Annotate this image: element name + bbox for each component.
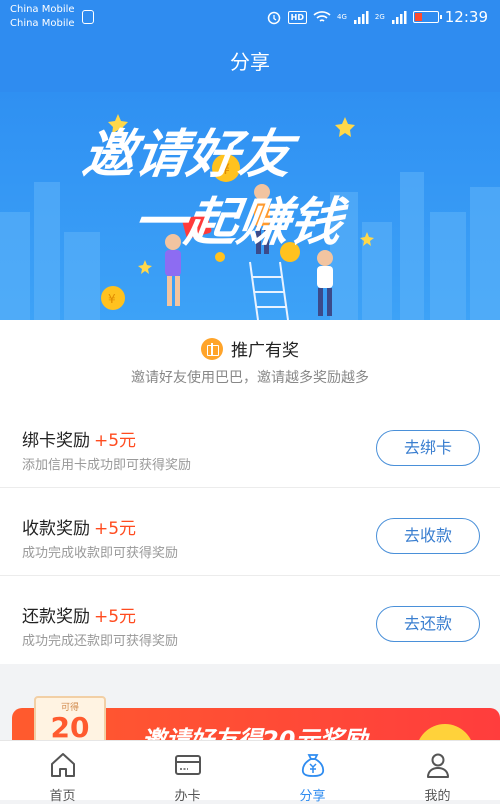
- reward-description: 添加信用卡成功即可获得奖励: [22, 458, 192, 473]
- page-title: 分享: [230, 50, 270, 74]
- tab-home[interactable]: 首页: [0, 741, 125, 804]
- repay-button[interactable]: 去还款: [376, 606, 480, 642]
- reward-title: 还款奖励 +5元: [22, 607, 137, 627]
- status-bar: China Mobile China Mobile HD 4G 2G 12:39: [0, 0, 500, 36]
- signal-icon-2: [391, 11, 407, 24]
- signal-icon-1: [353, 11, 369, 24]
- money-bag-icon: [301, 754, 324, 777]
- reward-item-collect: 收款奖励 +5元 成功完成收款即可获得奖励 去收款: [0, 488, 500, 576]
- battery-icon: [412, 11, 442, 23]
- clock: 12:39: [444, 8, 488, 26]
- gift-icon: [201, 337, 223, 360]
- alarm-icon: [267, 11, 280, 25]
- reward-list: 绑卡奖励 +5元 添加信用卡成功即可获得奖励 去绑卡 收款奖励 +5元 成功完成收款…: [0, 400, 500, 664]
- tab-share[interactable]: 分享: [250, 741, 375, 804]
- carrier-info: China Mobile China Mobile: [10, 3, 75, 31]
- invite-hero-banner[interactable]: ¥ ¥ 邀请好友 一起赚钱: [0, 92, 500, 320]
- reward-amount: +5元: [94, 431, 137, 451]
- carrier-2: China Mobile: [10, 18, 75, 29]
- status-icons: HD 4G 2G 12:39: [266, 8, 488, 26]
- reward-item-repay: 还款奖励 +5元 成功完成还款即可获得奖励 去还款: [0, 576, 500, 664]
- hd-badge: HD: [287, 10, 307, 24]
- promo-section: 推广有奖 邀请好友使用巴巴，邀请越多奖励越多: [0, 320, 500, 400]
- coupon-amount: 20: [50, 711, 90, 744]
- reward-title: 绑卡奖励 +5元: [22, 431, 137, 451]
- profile-icon: [426, 753, 449, 778]
- bind-card-button[interactable]: 去绑卡: [376, 430, 480, 466]
- reward-amount: +5元: [94, 519, 137, 539]
- banner-illustration: ¥ ¥ 邀请好友 一起赚钱: [0, 114, 500, 320]
- reward-title: 收款奖励 +5元: [22, 519, 137, 539]
- nav-bar: 分享: [0, 36, 500, 92]
- svg-text:¥: ¥: [108, 292, 116, 306]
- tab-label: 首页: [49, 789, 76, 804]
- card-icon: [174, 755, 201, 775]
- reward-amount: +5元: [94, 607, 137, 627]
- collect-button[interactable]: 去收款: [376, 518, 480, 554]
- reward-item-bind-card: 绑卡奖励 +5元 添加信用卡成功即可获得奖励 去绑卡: [0, 400, 500, 488]
- tab-profile[interactable]: 我的: [375, 741, 500, 804]
- promo-subtitle: 邀请好友使用巴巴，邀请越多奖励越多: [131, 370, 369, 386]
- banner-headline-2: 一起赚钱: [129, 193, 351, 253]
- bottom-tab-bar: 首页 办卡 分享 我的: [0, 740, 500, 804]
- network-type-1: 4G: [336, 13, 347, 21]
- tab-label: 我的: [424, 789, 451, 804]
- sim-icon: [82, 10, 94, 24]
- network-type-2: 2G: [374, 13, 385, 21]
- tab-label: 分享: [299, 789, 326, 804]
- reward-description: 成功完成收款即可获得奖励: [22, 546, 179, 561]
- home-icon: [50, 753, 75, 777]
- tab-label: 办卡: [174, 789, 201, 804]
- carrier-1: China Mobile: [10, 4, 75, 15]
- reward-description: 成功完成还款即可获得奖励: [22, 634, 179, 649]
- wifi-icon: [313, 11, 331, 22]
- promo-title: 推广有奖: [231, 341, 299, 361]
- tab-card[interactable]: 办卡: [125, 741, 250, 804]
- banner-headline-1: 邀请好友: [79, 125, 302, 185]
